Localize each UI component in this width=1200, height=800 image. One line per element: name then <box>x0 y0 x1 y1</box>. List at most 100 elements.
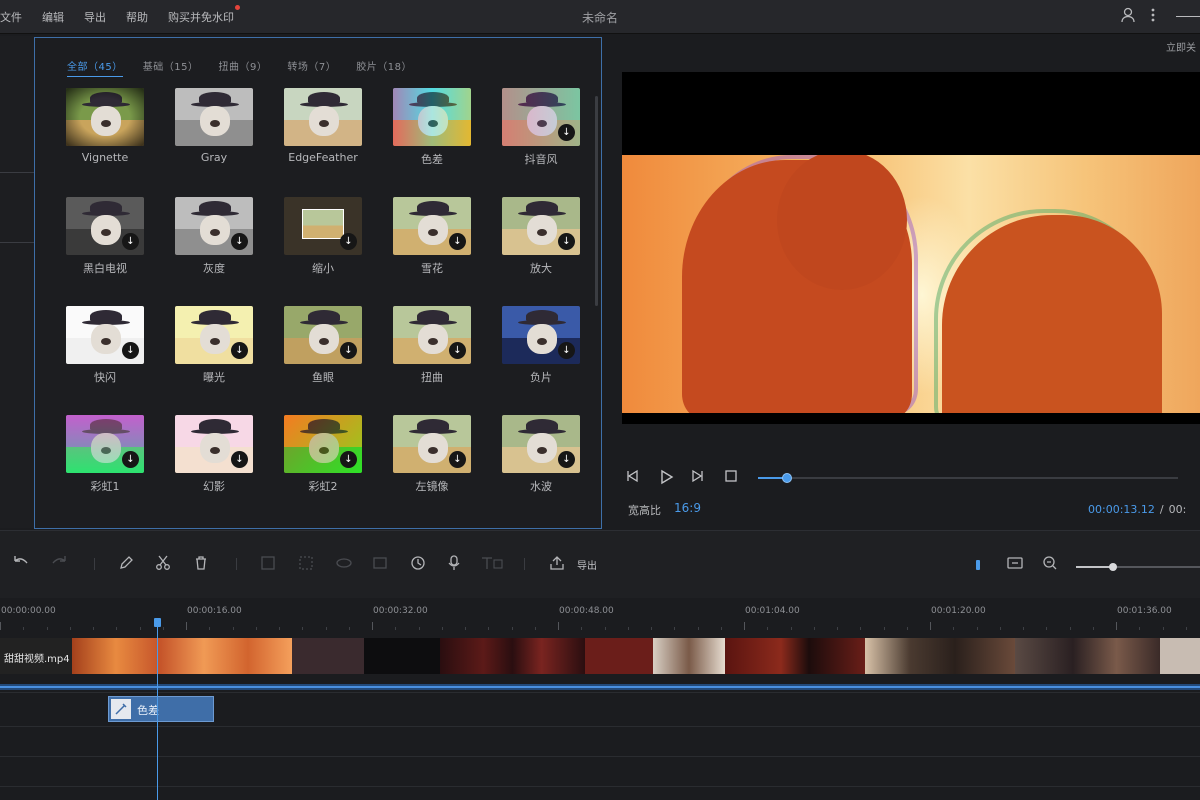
progress-knob[interactable] <box>782 473 792 483</box>
ruler-minor-tick <box>906 627 908 630</box>
effect-item[interactable]: ↓ 灰度 <box>174 197 254 287</box>
video-thumbnail[interactable] <box>1160 638 1200 674</box>
video-thumbnail[interactable] <box>1015 638 1160 674</box>
ruler-minor-tick <box>69 627 71 630</box>
effect-item[interactable]: ↓ 黑白电视 <box>65 197 145 287</box>
download-icon[interactable]: ↓ <box>340 233 357 250</box>
effect-item[interactable]: EdgeFeather <box>283 88 363 178</box>
video-thumbnail[interactable] <box>440 638 585 674</box>
menu-export[interactable]: 导出 <box>84 9 106 25</box>
tab-film[interactable]: 胶片（18） <box>356 58 412 77</box>
delete-icon[interactable] <box>193 555 209 575</box>
effect-item[interactable]: ↓ 扭曲 <box>392 306 472 396</box>
video-thumbnail[interactable] <box>653 638 725 674</box>
user-icon[interactable] <box>1121 7 1135 27</box>
video-thumbnail[interactable] <box>364 638 440 674</box>
effect-item[interactable]: ↓ 曝光 <box>174 306 254 396</box>
aspect-ratio-value[interactable]: 16:9 <box>674 501 701 515</box>
download-icon[interactable]: ↓ <box>340 451 357 468</box>
video-thumbnail[interactable] <box>725 638 865 674</box>
time-ruler[interactable]: 00:00:00.00 00:00:16.00 00:00:32.00 00:00:4… <box>0 598 1200 634</box>
menu-help[interactable]: 帮助 <box>126 9 148 25</box>
effect-item[interactable]: ↓ 左镜像 <box>392 415 472 505</box>
download-icon[interactable]: ↓ <box>340 342 357 359</box>
zoom-knob[interactable] <box>1109 563 1117 571</box>
minimize-icon[interactable] <box>1176 16 1200 17</box>
audio-track[interactable] <box>0 684 1200 690</box>
effect-item[interactable]: ↓ 彩虹1 <box>65 415 145 505</box>
download-icon[interactable]: ↓ <box>231 233 248 250</box>
tab-all[interactable]: 全部（45） <box>67 58 123 77</box>
preview-close-button[interactable]: 立即关 <box>1166 39 1196 54</box>
effect-item[interactable]: ↓ 放大 <box>501 197 581 287</box>
effect-item[interactable]: ↓ 水波 <box>501 415 581 505</box>
download-icon[interactable]: ↓ <box>122 233 139 250</box>
video-thumbnail[interactable] <box>865 638 1015 674</box>
effect-item[interactable]: ↓ 快闪 <box>65 306 145 396</box>
ruler-minor-tick <box>837 627 838 630</box>
more-icon[interactable] <box>1150 7 1156 27</box>
microphone-icon[interactable] <box>447 555 461 575</box>
download-icon[interactable]: ↓ <box>231 451 248 468</box>
video-thumbnail[interactable] <box>585 638 653 674</box>
video-thumbnail[interactable] <box>292 638 364 674</box>
redo-icon[interactable] <box>50 555 68 575</box>
playhead[interactable] <box>157 618 158 800</box>
tab-transition[interactable]: 转场（7） <box>287 58 336 77</box>
download-icon[interactable]: ↓ <box>558 451 575 468</box>
effect-item[interactable]: ↓ 鱼眼 <box>283 306 363 396</box>
play-icon[interactable] <box>658 469 674 489</box>
effect-item[interactable]: Vignette <box>65 88 145 178</box>
undo-icon[interactable] <box>12 555 30 575</box>
prev-frame-icon[interactable] <box>626 469 640 487</box>
download-icon[interactable]: ↓ <box>449 451 466 468</box>
playhead-handle[interactable] <box>154 618 161 627</box>
image-icon[interactable] <box>372 555 388 575</box>
export-icon[interactable] <box>548 555 566 575</box>
ruler-minor-tick <box>116 627 118 630</box>
crop-icon[interactable] <box>260 555 276 575</box>
effect-item[interactable]: 色差 <box>392 88 472 178</box>
effect-clip[interactable]: 色差 <box>108 696 214 722</box>
download-icon[interactable]: ↓ <box>558 124 575 141</box>
text-icon[interactable] <box>480 555 504 575</box>
effect-item[interactable]: ↓ 彩虹2 <box>283 415 363 505</box>
zoom-slider[interactable] <box>1076 563 1200 571</box>
tab-distort[interactable]: 扭曲（9） <box>218 58 267 77</box>
effects-scrollbar[interactable] <box>595 96 598 306</box>
fit-icon[interactable] <box>1006 555 1024 575</box>
video-track: 甜甜视频.mp4 <box>0 638 1200 674</box>
mosaic-icon[interactable] <box>298 555 314 575</box>
effect-item[interactable]: ↓ 缩小 <box>283 197 363 287</box>
ruler-tick <box>1116 622 1117 630</box>
zoom-out-icon[interactable] <box>1042 555 1058 575</box>
download-icon[interactable]: ↓ <box>231 342 248 359</box>
clock-icon[interactable] <box>410 555 426 575</box>
tab-basic[interactable]: 基础（15） <box>143 58 199 77</box>
video-thumbnail[interactable] <box>72 638 292 674</box>
eye-icon[interactable] <box>335 555 353 575</box>
pencil-icon[interactable] <box>118 555 134 575</box>
stop-icon[interactable] <box>724 469 738 487</box>
download-icon[interactable]: ↓ <box>558 342 575 359</box>
effect-item[interactable]: ↓ 幻影 <box>174 415 254 505</box>
marker-icon[interactable] <box>976 560 980 570</box>
export-button[interactable]: 导出 <box>577 557 597 572</box>
effect-item[interactable]: ↓ 负片 <box>501 306 581 396</box>
menu-buy[interactable]: 购买并免水印 <box>168 4 240 25</box>
download-icon[interactable]: ↓ <box>449 342 466 359</box>
ruler-minor-tick <box>883 627 885 630</box>
download-icon[interactable]: ↓ <box>122 342 139 359</box>
download-icon[interactable]: ↓ <box>558 233 575 250</box>
menu-file[interactable]: 文件 <box>0 9 22 25</box>
menu-edit[interactable]: 编辑 <box>42 9 64 25</box>
effect-item[interactable]: ↓ 抖音风 <box>501 88 581 178</box>
effect-item[interactable]: Gray <box>174 88 254 178</box>
video-clip[interactable]: 甜甜视频.mp4 <box>0 638 72 674</box>
scissors-icon[interactable] <box>155 555 171 575</box>
effect-item[interactable]: ↓ 雪花 <box>392 197 472 287</box>
playback-progress[interactable] <box>758 473 1178 483</box>
download-icon[interactable]: ↓ <box>122 451 139 468</box>
next-frame-icon[interactable] <box>690 469 704 487</box>
download-icon[interactable]: ↓ <box>449 233 466 250</box>
